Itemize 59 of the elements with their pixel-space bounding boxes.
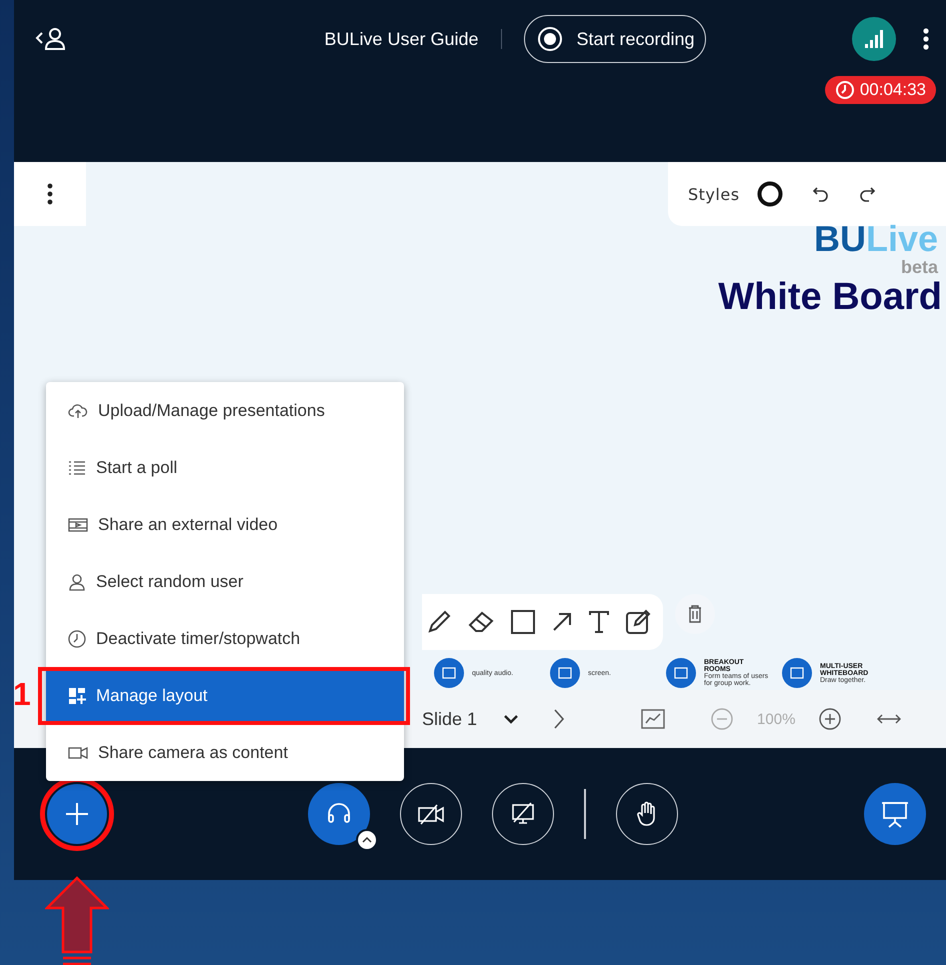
next-slide-icon[interactable]	[553, 708, 566, 730]
text-tool-icon[interactable]	[588, 610, 610, 634]
layout-grid-icon	[68, 686, 86, 704]
start-recording-button[interactable]: Start recording	[524, 15, 706, 63]
menu-item[interactable]: Select random user	[46, 553, 404, 610]
feature-icon	[782, 658, 812, 688]
user-icon	[68, 572, 86, 590]
clock-icon	[834, 80, 855, 100]
expand-caret-icon[interactable]	[356, 829, 378, 851]
fit-width-icon[interactable]	[877, 714, 902, 724]
styles-label[interactable]: Styles	[688, 184, 740, 204]
rectangle-tool-icon[interactable]	[510, 609, 536, 635]
screen-off-icon	[510, 802, 536, 826]
clock-icon	[68, 630, 86, 648]
eraser-icon[interactable]	[467, 609, 495, 635]
plus-icon	[65, 802, 89, 826]
list-icon	[68, 460, 86, 476]
raise-hand-button[interactable]	[616, 783, 678, 845]
step-number: 1	[13, 676, 31, 712]
undo-icon[interactable]	[812, 185, 830, 203]
headphones-icon	[326, 802, 352, 826]
leave-user-icon[interactable]	[34, 27, 68, 51]
stroke-style-icon[interactable]	[756, 180, 784, 208]
timer-badge[interactable]: 00:04:33	[824, 76, 936, 104]
presentation-icon	[881, 800, 909, 828]
feature-icon	[434, 658, 464, 688]
dropdown-caret-icon[interactable]	[503, 714, 520, 724]
redo-icon[interactable]	[858, 185, 876, 203]
camera-off-button[interactable]	[400, 783, 462, 845]
feature-icon	[666, 658, 696, 688]
cloud-upload-icon	[68, 402, 88, 418]
arrow-tool-icon[interactable]	[551, 611, 573, 633]
zoom-in-icon[interactable]	[819, 708, 842, 730]
menu-item[interactable]: Start a poll	[46, 439, 404, 496]
menu-item[interactable]: Share camera as content	[46, 724, 404, 781]
menu-item[interactable]: Upload/Manage presentations	[46, 382, 404, 439]
camera-icon	[68, 746, 88, 760]
logo-tagline: beta	[900, 258, 938, 276]
pencil-icon[interactable]	[426, 609, 452, 635]
actions-button[interactable]	[47, 784, 107, 844]
menu-item[interactable]: Share an external video	[46, 496, 404, 553]
slide-heading: White Board	[718, 276, 942, 319]
film-icon	[68, 516, 88, 532]
camera-off-icon	[417, 803, 445, 825]
note-edit-icon[interactable]	[625, 609, 651, 635]
more-options-icon[interactable]	[922, 27, 930, 51]
record-icon	[536, 26, 562, 52]
more-options-icon	[46, 183, 54, 205]
logo-text: BULive	[814, 220, 938, 258]
zoom-level: 100%	[757, 710, 796, 728]
audio-button[interactable]	[308, 783, 370, 845]
screen-share-off-button[interactable]	[492, 783, 554, 845]
feature-icon	[550, 658, 580, 688]
slide-selector[interactable]: Slide 1	[422, 708, 478, 730]
whiteboard-toggle-icon[interactable]	[641, 709, 666, 729]
connection-status-icon[interactable]	[852, 17, 896, 61]
menu-item[interactable]: Deactivate timer/stopwatch	[46, 610, 404, 667]
timer-text: 00:04:33	[860, 80, 926, 100]
meeting-title: BULive User Guide	[324, 28, 478, 50]
